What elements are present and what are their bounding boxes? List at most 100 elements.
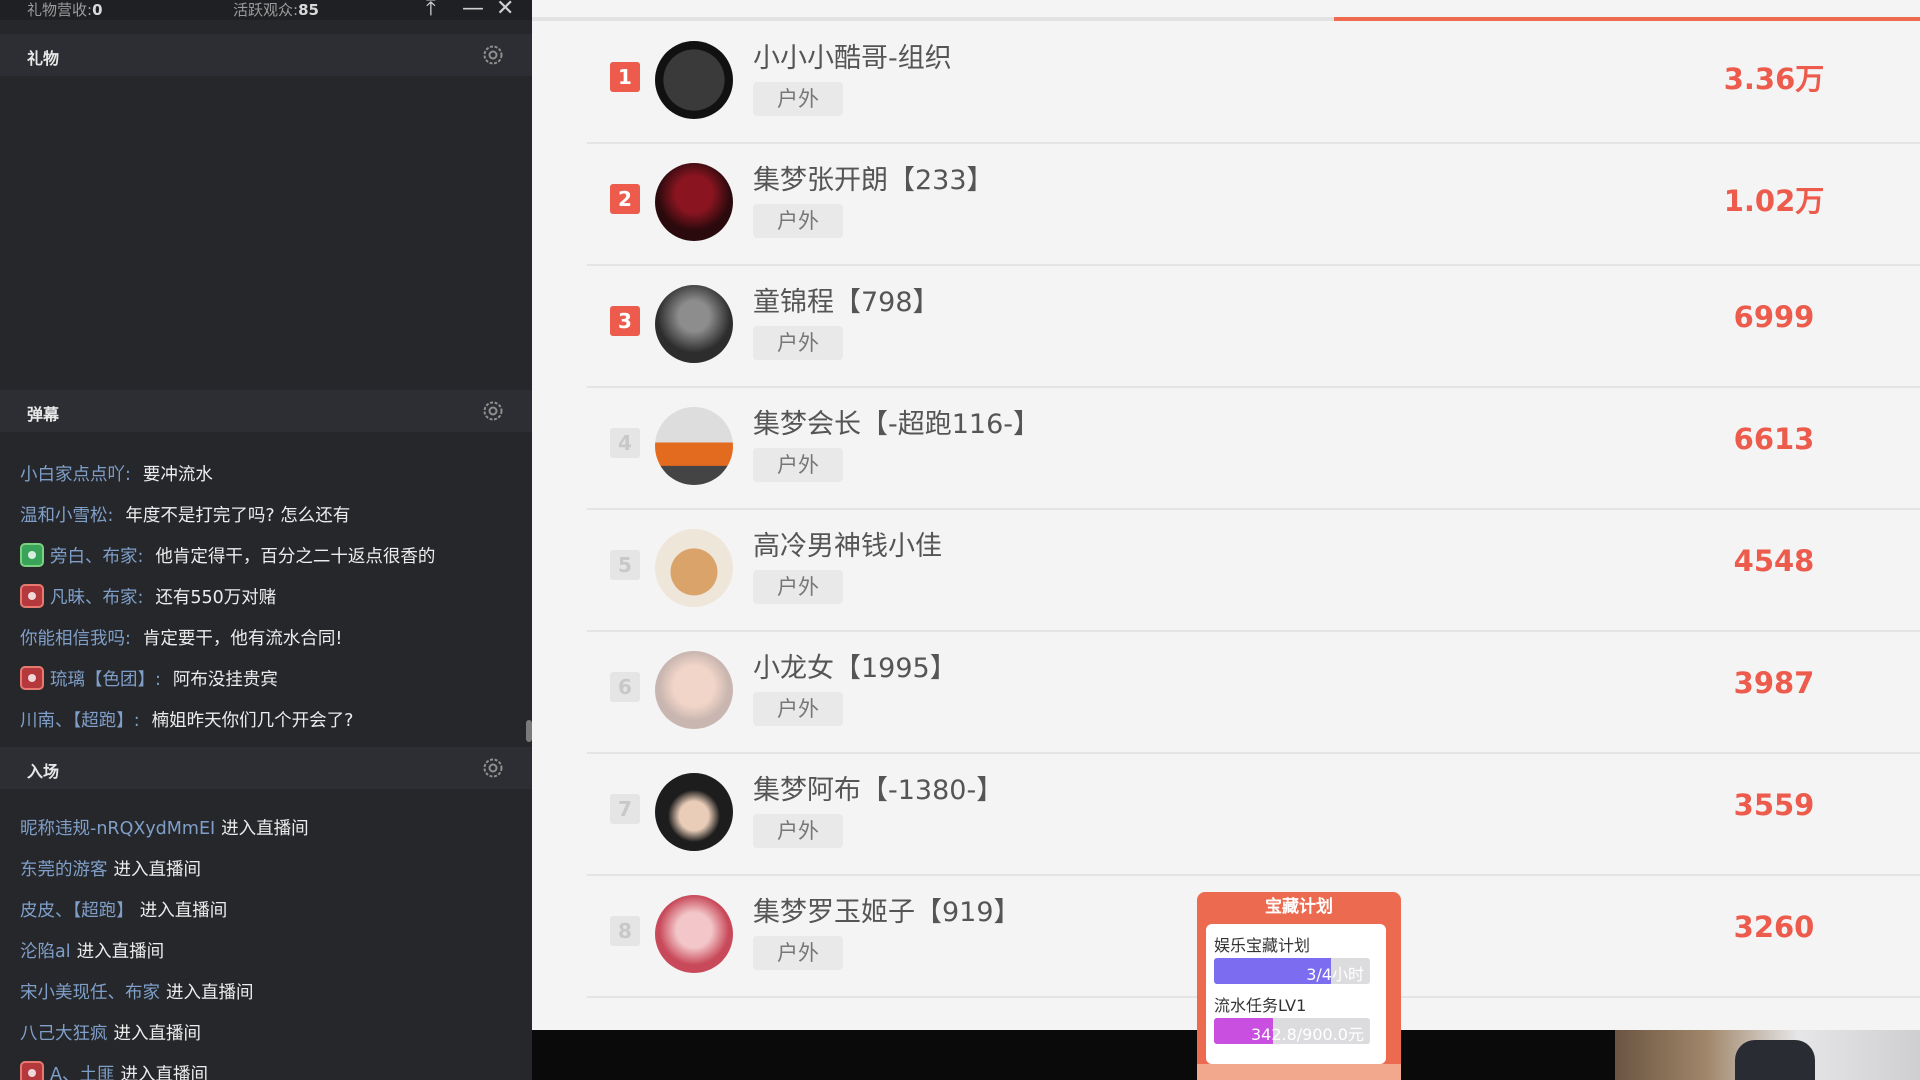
danmu-message: 旁白、布家: 他肯定得干，百分之二十返点很香的 — [20, 543, 435, 568]
gift-settings-gear-icon[interactable] — [481, 43, 505, 67]
contribution-score: 3260 — [1733, 910, 1815, 944]
entry-message: 宋小美现任、布家 进入直播间 — [20, 979, 254, 1004]
user-name: 集梦阿布【-1380-】 — [753, 775, 1004, 806]
danmu-message-list[interactable]: · · · 小白家点点吖: 要冲流水温和小雪松: 年度不是打完了吗? 怎么还有旁白、… — [0, 432, 532, 746]
user-avatar[interactable] — [655, 529, 733, 607]
danmu-username[interactable]: 琉璃【色团】: — [50, 670, 161, 690]
rank-number-badge: 6 — [610, 672, 640, 702]
active-tab-underline — [1334, 17, 1920, 21]
user-level-badge-icon — [20, 584, 44, 608]
flow-task-progress-text: 342.8/900.0元 — [1250, 1025, 1364, 1044]
entry-message: A、土匪 进入直播间 — [20, 1061, 208, 1080]
entry-settings-gear-icon[interactable] — [481, 756, 505, 780]
ranking-row[interactable]: 3 童锦程【798】 户外 6999 — [587, 266, 1920, 388]
user-avatar[interactable] — [655, 163, 733, 241]
category-tag: 户外 — [753, 570, 843, 604]
entry-text: 进入直播间 — [166, 983, 254, 1003]
danmu-message-partial: · · · — [20, 432, 48, 442]
user-avatar[interactable] — [655, 41, 733, 119]
user-name: 小小小酷哥-组织 — [753, 43, 952, 74]
entry-message: 八己大狂疯 进入直播间 — [20, 1020, 201, 1045]
danmu-username[interactable]: 温和小雪松: — [20, 506, 113, 526]
ranking-tab-indicator — [532, 17, 1920, 21]
entertainment-plan-progress-bar: 3/4小时 — [1214, 958, 1370, 984]
entry-username[interactable]: 宋小美现任、布家 — [20, 983, 160, 1003]
danmu-username[interactable]: 川南、【超跑】: — [20, 711, 140, 731]
treasure-plan-widget[interactable]: 宝藏计划 娱乐宝藏计划 3/4小时 流水任务LV1 342.8/900.0元 — [1197, 892, 1401, 1080]
live-assistant-panel: 礼物营收:0 活跃观众:85 ⤒ — ✕ 礼物 弹幕 · · · 小白家点点吖:… — [0, 0, 532, 1080]
rank-number-badge: 4 — [610, 428, 640, 458]
user-name: 小龙女【1995】 — [753, 653, 957, 684]
upload-icon[interactable]: ⤒ — [426, 0, 436, 21]
treasure-plan-title: 宝藏计划 — [1265, 897, 1333, 917]
gifts-section-header: 礼物 — [0, 34, 532, 76]
danmu-username[interactable]: 旁白、布家: — [50, 547, 143, 567]
user-avatar[interactable] — [655, 651, 733, 729]
danmu-text: 楠姐昨天你们几个开会了? — [151, 711, 354, 731]
category-tag: 户外 — [753, 448, 843, 482]
danmu-message: 川南、【超跑】: 楠姐昨天你们几个开会了? — [20, 707, 353, 732]
user-avatar[interactable] — [655, 285, 733, 363]
entry-text: 进入直播间 — [76, 942, 165, 962]
contribution-score: 3.36万 — [1723, 62, 1825, 96]
category-tag: 户外 — [753, 936, 843, 970]
entry-message-list[interactable]: 昵称违规-nRQXydMmEI 进入直播间 东莞的游客 进入直播间 皮皮、【超跑】 进入直… — [0, 789, 532, 1080]
category-tag: 户外 — [753, 204, 843, 238]
entry-username[interactable]: 昵称违规-nRQXydMmEI — [20, 819, 215, 839]
user-level-badge-icon — [20, 1061, 44, 1080]
gift-revenue-label: 礼物营收: — [27, 1, 93, 19]
entry-text: 进入直播间 — [113, 860, 202, 880]
danmu-settings-gear-icon[interactable] — [481, 399, 505, 423]
danmu-username[interactable]: 你能相信我吗: — [20, 629, 131, 649]
flow-task-progress-bar: 342.8/900.0元 — [1214, 1018, 1370, 1044]
close-icon[interactable]: ✕ — [496, 0, 514, 21]
treasure-plan-footer — [1197, 1064, 1401, 1080]
danmu-message: 你能相信我吗: 肯定要干，他有流水合同! — [20, 625, 342, 650]
user-name: 童锦程【798】 — [753, 287, 940, 318]
user-name: 集梦罗玉姬子【919】 — [753, 897, 1021, 928]
ranking-row[interactable]: 2 集梦张开朗【233】 户外 1.02万 — [587, 144, 1920, 266]
flow-task-label: 流水任务LV1 — [1214, 996, 1307, 1015]
category-tag: 户外 — [753, 814, 843, 848]
user-name: 高冷男神钱小佳 — [753, 531, 942, 562]
danmu-message: 凡昧、布家: 还有550万对赌 — [20, 584, 276, 609]
user-avatar[interactable] — [655, 773, 733, 851]
danmu-message: 温和小雪松: 年度不是打完了吗? 怎么还有 — [20, 502, 350, 527]
rank-number-badge: 2 — [610, 184, 640, 214]
danmu-message: 小白家点点吖: 要冲流水 — [20, 461, 213, 486]
rank-number-badge: 1 — [610, 62, 640, 92]
entry-message: 沦陷al 进入直播间 — [20, 938, 164, 963]
danmu-text: 肯定要干，他有流水合同! — [142, 629, 343, 649]
minimize-icon[interactable]: — — [462, 0, 484, 21]
ranking-row[interactable]: 5 高冷男神钱小佳 户外 4548 — [587, 510, 1920, 632]
entertainment-plan-progress-text: 3/4小时 — [1306, 965, 1364, 984]
danmu-text: 年度不是打完了吗? 怎么还有 — [125, 506, 351, 526]
ranking-row[interactable]: 4 集梦会长【-超跑116-】 户外 6613 — [587, 388, 1920, 510]
contribution-score: 6613 — [1733, 422, 1815, 456]
entry-username[interactable]: 沦陷al — [20, 942, 71, 962]
entry-username[interactable]: 皮皮、【超跑】 — [20, 901, 134, 921]
user-avatar[interactable] — [655, 895, 733, 973]
entry-username[interactable]: A、土匪 — [50, 1065, 114, 1080]
ranking-row[interactable]: 1 小小小酷哥-组织 户外 3.36万 — [587, 22, 1920, 144]
danmu-text: 还有550万对赌 — [155, 588, 277, 608]
treasure-plan-body: 娱乐宝藏计划 3/4小时 流水任务LV1 342.8/900.0元 — [1206, 924, 1386, 1064]
contribution-score: 6999 — [1733, 300, 1815, 334]
contribution-score: 3559 — [1733, 788, 1815, 822]
danmu-message: 琉璃【色团】: 阿布没挂贵宾 — [20, 666, 278, 691]
entry-text: 进入直播间 — [120, 1065, 208, 1080]
user-avatar[interactable] — [655, 407, 733, 485]
danmu-username[interactable]: 小白家点点吖: — [20, 465, 131, 485]
entry-username[interactable]: 八己大狂疯 — [20, 1024, 108, 1044]
entry-section-title: 入场 — [27, 762, 60, 781]
gifts-section-title: 礼物 — [27, 49, 60, 68]
gift-ranking-panel: 1 小小小酷哥-组织 户外 3.36万 2 集梦张开朗【233】 户外 1.02万 3 童锦程【7… — [532, 0, 1920, 1030]
rank-number-badge: 8 — [610, 916, 640, 946]
user-level-badge-icon — [20, 543, 44, 567]
entry-username[interactable]: 东莞的游客 — [20, 860, 108, 880]
entry-text: 进入直播间 — [113, 1024, 202, 1044]
ranking-row[interactable]: 7 集梦阿布【-1380-】 户外 3559 — [587, 754, 1920, 876]
ranking-row[interactable]: 6 小龙女【1995】 户外 3987 — [587, 632, 1920, 754]
danmu-username[interactable]: 凡昧、布家: — [50, 588, 143, 608]
entry-section-header: 入场 — [0, 747, 532, 789]
